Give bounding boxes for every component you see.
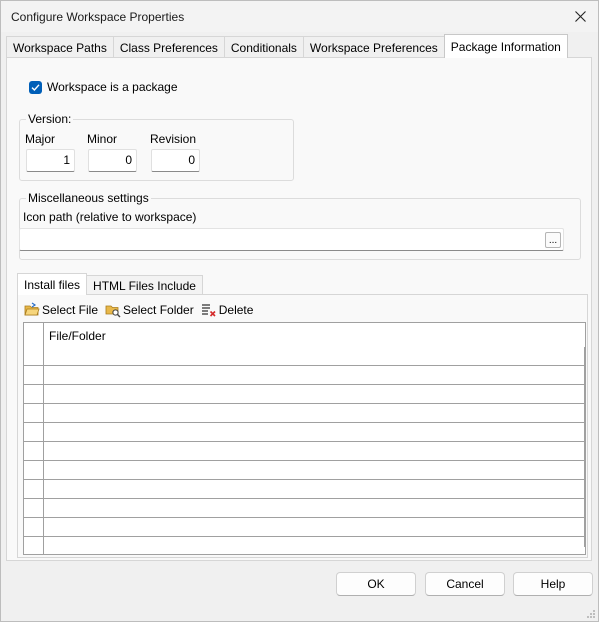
version-legend: Version: — [26, 112, 74, 126]
tab-workspace-preferences[interactable]: Workspace Preferences — [302, 36, 445, 58]
table-row[interactable] — [24, 366, 585, 385]
minor-label: Minor — [87, 132, 118, 146]
folder-open-icon — [24, 302, 40, 316]
is-package-label: Workspace is a package — [47, 80, 178, 94]
package-information-panel: Workspace is a package Version: Major Mi… — [6, 57, 592, 561]
install-toolbar: Select File Select Folder Delete — [24, 301, 260, 319]
tab-class-preferences[interactable]: Class Preferences — [112, 36, 225, 58]
major-label: Major — [25, 132, 56, 146]
select-file-button[interactable]: Select File — [24, 302, 98, 318]
revision-input[interactable]: 0 — [151, 149, 200, 172]
table-row[interactable] — [24, 385, 585, 404]
main-tabs: Workspace Paths Class Preferences Condit… — [6, 34, 568, 58]
table-row[interactable] — [24, 480, 585, 499]
table-row[interactable] — [24, 347, 585, 366]
delete-button[interactable]: Delete — [201, 302, 254, 318]
resize-grip-icon[interactable] — [586, 609, 596, 619]
dialog-window: Configure Workspace Properties Workspace… — [0, 0, 599, 622]
misc-settings-legend: Miscellaneous settings — [26, 191, 151, 205]
tab-workspace-paths[interactable]: Workspace Paths — [6, 36, 114, 58]
delete-label: Delete — [218, 303, 254, 317]
table-row[interactable] — [24, 518, 585, 537]
tab-package-information[interactable]: Package Information — [443, 34, 568, 58]
tab-html-files-include[interactable]: HTML Files Include — [86, 275, 203, 295]
install-files-panel: Select File Select Folder Delete File/Fo… — [17, 294, 588, 558]
title-bar[interactable]: Configure Workspace Properties — [1, 1, 598, 32]
select-folder-button[interactable]: Select Folder — [105, 302, 194, 318]
column-header-file-folder[interactable]: File/Folder — [49, 329, 106, 343]
icon-path-input[interactable]: ... — [19, 228, 564, 251]
close-icon — [574, 10, 586, 22]
select-file-label: Select File — [42, 303, 99, 317]
tab-conditionals[interactable]: Conditionals — [223, 36, 304, 58]
table-row[interactable] — [24, 423, 585, 442]
cancel-button[interactable]: Cancel — [425, 572, 505, 596]
folder-search-icon — [105, 305, 121, 318]
minor-input[interactable]: 0 — [88, 149, 137, 172]
table-row[interactable] — [24, 461, 585, 480]
revision-label: Revision — [150, 132, 197, 146]
help-button[interactable]: Help — [513, 572, 593, 596]
select-folder-label: Select Folder — [123, 303, 194, 317]
delete-list-icon — [201, 304, 216, 317]
window-title: Configure Workspace Properties — [11, 10, 185, 24]
icon-path-label: Icon path (relative to workspace) — [23, 210, 197, 224]
ok-button[interactable]: OK — [336, 572, 416, 596]
tab-install-files[interactable]: Install files — [17, 273, 88, 295]
install-subtabs: Install files HTML Files Include — [17, 273, 203, 295]
close-button[interactable] — [568, 4, 592, 28]
is-package-row[interactable]: Workspace is a package — [29, 80, 178, 94]
table-row[interactable] — [24, 404, 585, 423]
browse-button[interactable]: ... — [545, 232, 561, 248]
checkmark-icon — [31, 83, 40, 91]
is-package-checkbox[interactable] — [29, 80, 42, 94]
install-files-grid[interactable]: File/Folder — [23, 322, 586, 555]
table-row[interactable] — [24, 499, 585, 518]
table-row[interactable] — [24, 442, 585, 461]
major-input[interactable]: 1 — [26, 149, 75, 172]
